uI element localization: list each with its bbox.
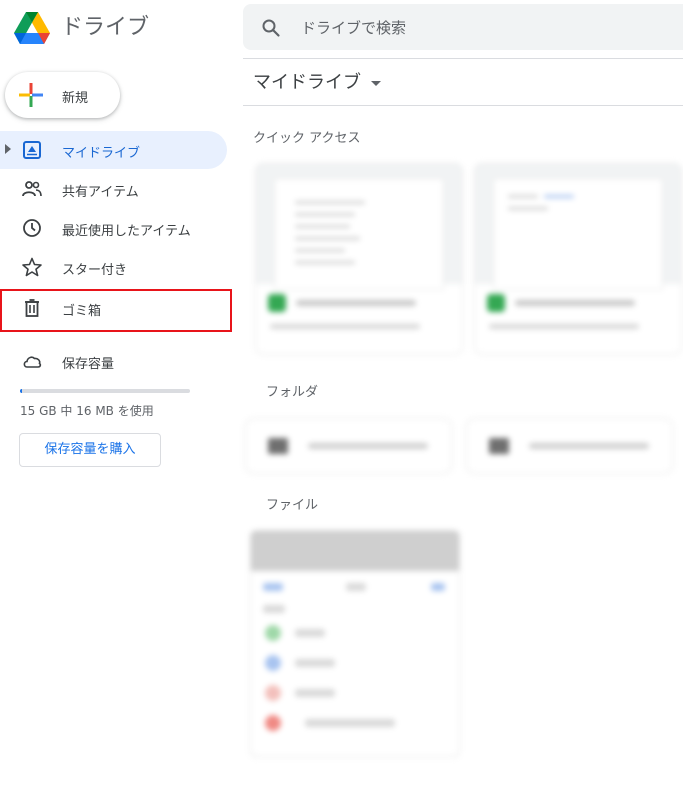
sidebar-item-my-drive[interactable]: マイドライブ bbox=[0, 131, 227, 169]
folder-icon bbox=[268, 438, 288, 454]
sidebar-item-starred[interactable]: スター付き bbox=[0, 248, 227, 286]
file-card[interactable] bbox=[250, 530, 460, 757]
search-icon[interactable] bbox=[261, 18, 281, 38]
sidebar-item-label: 共有アイテム bbox=[62, 185, 139, 200]
google-drive-logo bbox=[14, 12, 50, 44]
sidebar-item-shared[interactable]: 共有アイテム bbox=[0, 170, 227, 208]
star-icon bbox=[22, 257, 42, 277]
quick-access-card[interactable] bbox=[255, 163, 463, 355]
my-drive-icon bbox=[23, 141, 41, 159]
folders-heading: フォルダ bbox=[266, 385, 319, 400]
search-input[interactable] bbox=[299, 12, 683, 44]
app-title: ドライブ bbox=[61, 15, 150, 40]
file-thumbnail bbox=[475, 164, 681, 290]
sidebar-item-label: 最近使用したアイテム bbox=[62, 224, 191, 239]
page-title-row[interactable]: マイドライブ bbox=[253, 68, 381, 94]
storage-usage-fill bbox=[20, 389, 22, 393]
shared-people-icon bbox=[22, 181, 42, 197]
file-thumbnail bbox=[256, 164, 462, 290]
search-bar[interactable] bbox=[243, 4, 683, 50]
cloud-icon bbox=[23, 356, 42, 368]
files-heading: ファイル bbox=[266, 498, 319, 513]
new-button[interactable]: 新規 bbox=[5, 72, 120, 118]
main-divider bbox=[243, 105, 683, 106]
folder-card[interactable] bbox=[245, 418, 452, 474]
folder-icon bbox=[489, 438, 509, 454]
new-button-label: 新規 bbox=[62, 91, 89, 106]
quick-access-heading: クイック アクセス bbox=[253, 131, 361, 146]
sidebar-item-label: スター付き bbox=[62, 263, 128, 278]
dropdown-caret-icon[interactable] bbox=[371, 80, 381, 86]
header-divider bbox=[243, 58, 683, 59]
buy-storage-button[interactable]: 保存容量を購入 bbox=[19, 433, 161, 467]
clock-icon bbox=[23, 219, 41, 237]
expand-arrow-icon[interactable] bbox=[4, 144, 12, 154]
storage-usage-text: 15 GB 中 16 MB を使用 bbox=[20, 404, 154, 418]
sidebar-item-label: 保存容量 bbox=[62, 357, 115, 372]
file-type-icon bbox=[487, 294, 505, 312]
folder-card[interactable] bbox=[466, 418, 673, 474]
page-title: マイドライブ bbox=[253, 72, 361, 93]
storage-usage-bar bbox=[20, 389, 190, 393]
sidebar-item-label: マイドライブ bbox=[62, 146, 141, 161]
quick-access-card[interactable] bbox=[474, 163, 682, 355]
sidebar-item-storage[interactable]: 保存容量 bbox=[0, 342, 227, 380]
trash-highlight-box bbox=[0, 289, 232, 332]
file-type-icon bbox=[268, 294, 286, 312]
sidebar-item-recent[interactable]: 最近使用したアイテム bbox=[0, 209, 227, 247]
plus-icon bbox=[19, 83, 43, 107]
